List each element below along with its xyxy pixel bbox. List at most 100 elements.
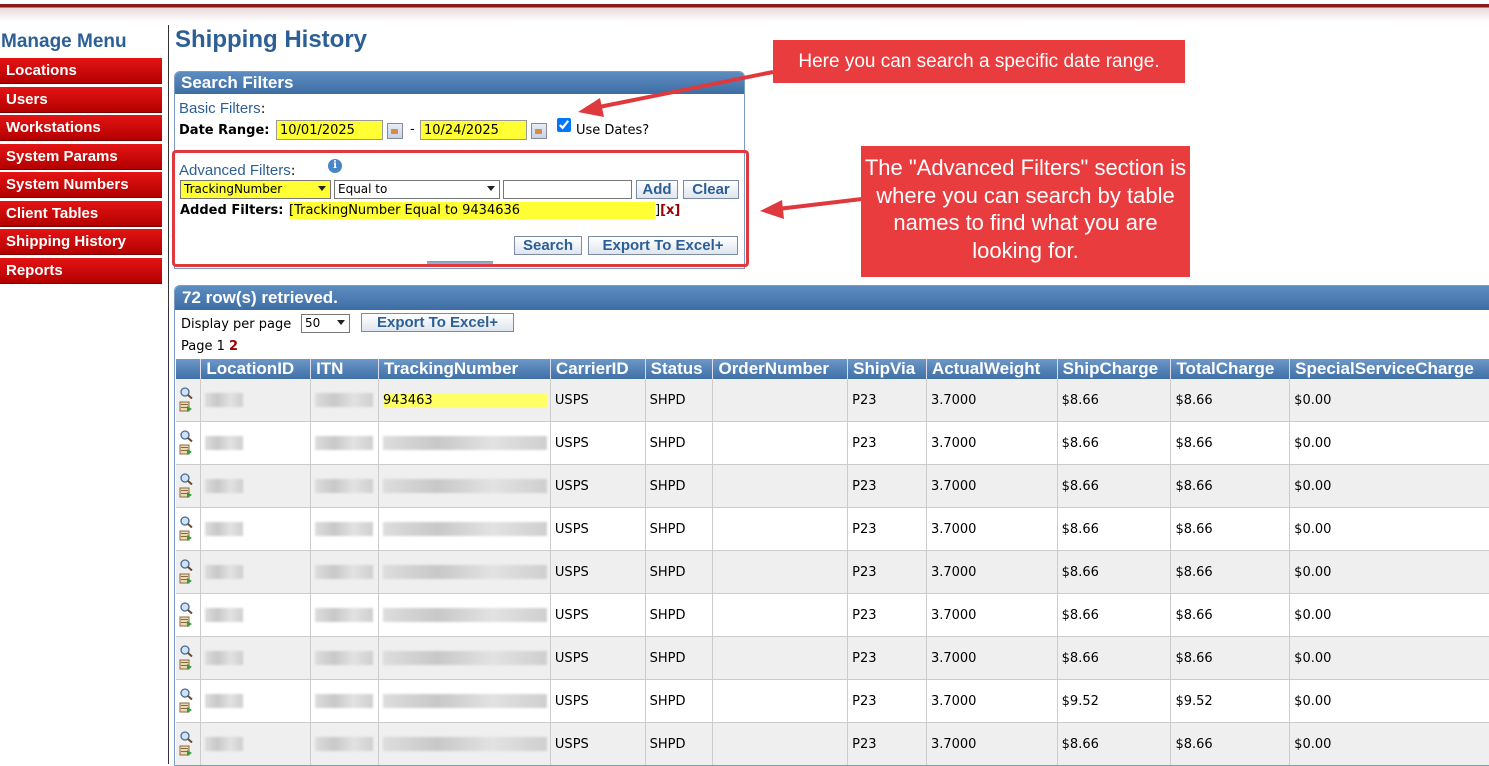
row-actions-cell <box>176 679 202 723</box>
total-charge-cell: $8.66 <box>1170 636 1291 680</box>
obscured-value <box>205 737 244 751</box>
record-arrow-icon[interactable] <box>179 616 193 628</box>
page-1: 1 <box>216 339 225 354</box>
record-arrow-icon[interactable] <box>179 487 193 499</box>
obscured-value <box>382 737 547 751</box>
column-totalcharge[interactable]: TotalCharge <box>1170 359 1291 379</box>
order-number-cell <box>712 379 849 422</box>
special-service-charge-cell: $0.00 <box>1289 464 1489 508</box>
ship-charge-cell: $8.66 <box>1057 722 1172 765</box>
row-actions-cell <box>176 421 202 465</box>
ship-charge-cell: $8.66 <box>1057 636 1172 680</box>
row-actions-cell <box>176 636 202 680</box>
itn-cell <box>310 507 379 551</box>
order-number-cell <box>712 636 849 680</box>
table-body: 943463 USPS SHPD P23 3.7000 $8.66 $8.66 $0.00 US… <box>176 379 1489 765</box>
date-range-callout: Here you can search a specific date rang… <box>773 40 1185 83</box>
actual-weight-cell: 3.7000 <box>926 421 1058 465</box>
location-id-cell <box>200 464 312 508</box>
total-charge-cell: $8.66 <box>1170 593 1291 637</box>
record-arrow-icon[interactable] <box>179 401 193 413</box>
column-ordernumber[interactable]: OrderNumber <box>712 359 849 379</box>
obscured-value <box>315 436 374 450</box>
page-label: Page <box>181 339 213 354</box>
ship-via-cell: P23 <box>847 507 927 551</box>
row-actions-cell <box>176 464 202 508</box>
column-carrierid[interactable]: CarrierID <box>550 359 646 379</box>
total-charge-cell: $8.66 <box>1170 507 1291 551</box>
magnifier-icon[interactable] <box>179 645 193 657</box>
location-id-cell <box>200 593 312 637</box>
column-specialservicecharge[interactable]: SpecialServiceCharge <box>1289 359 1489 379</box>
itn-cell <box>310 722 379 765</box>
obscured-value <box>382 565 547 579</box>
column-status[interactable]: Status <box>645 359 714 379</box>
total-charge-cell: $9.52 <box>1170 679 1291 723</box>
record-arrow-icon[interactable] <box>179 444 193 456</box>
row-actions-cell <box>176 379 202 422</box>
table-row: USPS SHPD P23 3.7000 $8.66 $8.66 $0.00 <box>176 636 1489 680</box>
special-service-charge-cell: $0.00 <box>1289 550 1489 594</box>
actual-weight-cell: 3.7000 <box>926 679 1058 723</box>
tracking-number-cell <box>378 593 551 637</box>
special-service-charge-cell: $0.00 <box>1289 421 1489 465</box>
ship-charge-cell: $8.66 <box>1057 464 1172 508</box>
page-2-link[interactable]: 2 <box>229 339 238 354</box>
export-to-excel-results-button[interactable]: Export To Excel+ <box>361 313 514 332</box>
record-arrow-icon[interactable] <box>179 573 193 585</box>
status-cell: SHPD <box>645 507 714 551</box>
ship-charge-cell: $8.66 <box>1057 379 1172 422</box>
column-shipvia[interactable]: ShipVia <box>847 359 927 379</box>
order-number-cell <box>712 593 849 637</box>
magnifier-icon[interactable] <box>179 387 193 399</box>
magnifier-icon[interactable] <box>179 473 193 485</box>
magnifier-icon[interactable] <box>179 602 193 614</box>
column-trackingnumber[interactable]: TrackingNumber <box>378 359 551 379</box>
magnifier-icon[interactable] <box>179 731 193 743</box>
ship-via-cell: P23 <box>847 464 927 508</box>
column-shipcharge[interactable]: ShipCharge <box>1057 359 1172 379</box>
ship-via-cell: P23 <box>847 421 927 465</box>
column-locationid[interactable]: LocationID <box>200 359 312 379</box>
status-cell: SHPD <box>645 550 714 594</box>
obscured-value <box>382 694 547 708</box>
actual-weight-cell: 3.7000 <box>926 593 1058 637</box>
column-itn[interactable]: ITN <box>310 359 379 379</box>
status-cell: SHPD <box>645 421 714 465</box>
carrier-cell: USPS <box>550 593 646 637</box>
actual-weight-cell: 3.7000 <box>926 636 1058 680</box>
record-arrow-icon[interactable] <box>179 702 193 714</box>
order-number-cell <box>712 550 849 594</box>
actual-weight-cell: 3.7000 <box>926 507 1058 551</box>
obscured-value <box>382 651 547 665</box>
advanced-arrow-line <box>777 197 863 211</box>
actual-weight-cell: 3.7000 <box>926 550 1058 594</box>
itn-cell <box>310 636 379 680</box>
tracking-number-cell <box>378 722 551 765</box>
itn-cell <box>310 421 379 465</box>
tracking-number-cell <box>378 507 551 551</box>
obscured-value <box>315 565 374 579</box>
tracking-number-cell <box>378 464 551 508</box>
display-per-page-label: Display per page <box>181 317 292 332</box>
table-row: 943463 USPS SHPD P23 3.7000 $8.66 $8.66 $0.00 <box>176 379 1489 422</box>
ship-charge-cell: $8.66 <box>1057 593 1172 637</box>
status-cell: SHPD <box>645 379 714 422</box>
table-row: USPS SHPD P23 3.7000 $8.66 $8.66 $0.00 <box>176 421 1489 465</box>
record-arrow-icon[interactable] <box>179 745 193 757</box>
order-number-cell <box>712 421 849 465</box>
order-number-cell <box>712 679 849 723</box>
per-page-select[interactable]: 50 <box>301 314 350 333</box>
magnifier-icon[interactable] <box>179 688 193 700</box>
itn-cell <box>310 379 379 422</box>
total-charge-cell: $8.66 <box>1170 464 1291 508</box>
special-service-charge-cell: $0.00 <box>1289 636 1489 680</box>
magnifier-icon[interactable] <box>179 430 193 442</box>
table-row: USPS SHPD P23 3.7000 $8.66 $8.66 $0.00 <box>176 550 1489 594</box>
record-arrow-icon[interactable] <box>179 659 193 671</box>
table-row: USPS SHPD P23 3.7000 $8.66 $8.66 $0.00 <box>176 593 1489 637</box>
record-arrow-icon[interactable] <box>179 530 193 542</box>
column-actualweight[interactable]: ActualWeight <box>926 359 1058 379</box>
magnifier-icon[interactable] <box>179 559 193 571</box>
magnifier-icon[interactable] <box>179 516 193 528</box>
